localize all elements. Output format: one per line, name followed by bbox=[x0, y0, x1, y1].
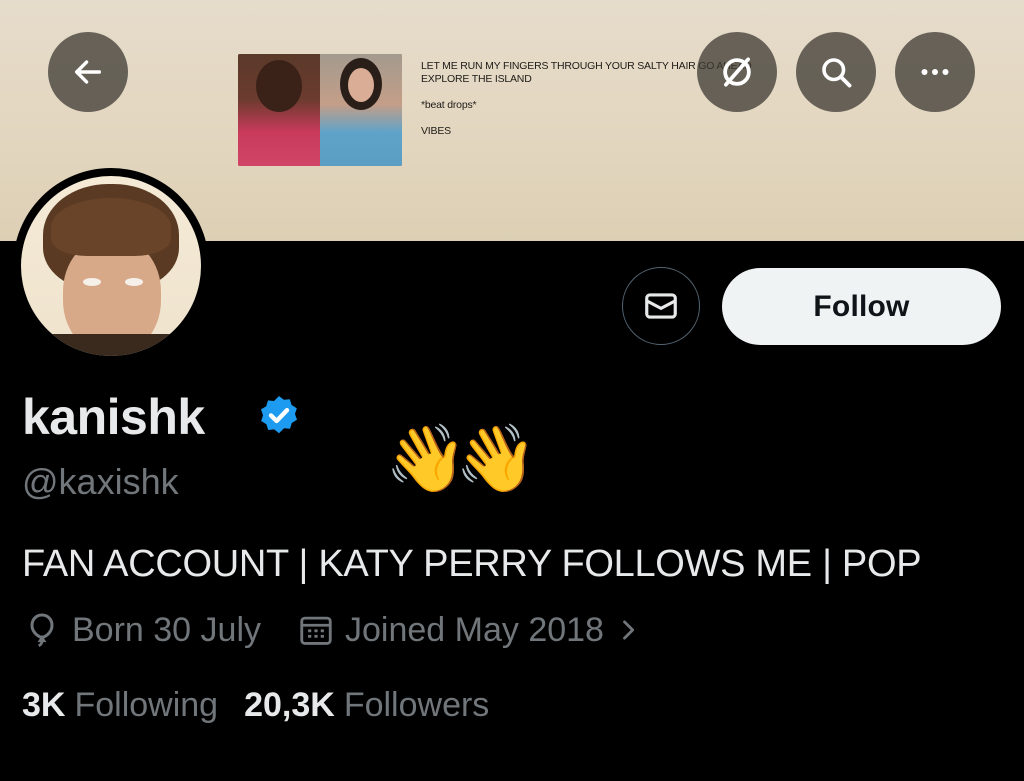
follow-button[interactable]: Follow bbox=[722, 268, 1001, 345]
avatar[interactable] bbox=[13, 168, 209, 364]
profile-meta: Born 30 July Joined May 2018 bbox=[22, 610, 642, 650]
more-horizontal-icon bbox=[921, 69, 949, 75]
balloon-icon bbox=[30, 613, 54, 648]
followers-label: Followers bbox=[343, 686, 490, 724]
arrow-left-icon bbox=[74, 60, 102, 84]
birthday-text: Born 30 July bbox=[72, 610, 261, 649]
no-translate-icon bbox=[723, 57, 751, 87]
birthday: Born 30 July bbox=[22, 610, 261, 650]
following-label: Following bbox=[74, 686, 219, 724]
message-button[interactable] bbox=[622, 267, 700, 345]
handle: @kaxishk bbox=[22, 461, 179, 502]
display-name: kanishk bbox=[22, 389, 205, 445]
verified-badge-icon bbox=[255, 393, 303, 446]
back-button[interactable] bbox=[48, 32, 128, 112]
joined-date[interactable]: Joined May 2018 bbox=[297, 611, 642, 650]
followers-stat[interactable]: 20,3K Followers bbox=[244, 686, 489, 725]
following-count: 3K bbox=[22, 686, 66, 724]
joined-text: Joined May 2018 bbox=[345, 610, 604, 649]
chevron-right-icon bbox=[623, 620, 635, 640]
waving-hands-emoji: 👋👋 bbox=[385, 421, 537, 495]
more-button[interactable] bbox=[895, 32, 975, 112]
translate-button[interactable] bbox=[697, 32, 777, 112]
avatar-image bbox=[21, 176, 201, 356]
banner-caption-line4: VIBES bbox=[421, 125, 451, 137]
calendar-icon bbox=[300, 616, 332, 645]
followers-count: 20,3K bbox=[244, 686, 335, 724]
envelope-icon bbox=[645, 293, 677, 319]
search-icon bbox=[822, 58, 852, 88]
following-stat[interactable]: 3K Following bbox=[22, 686, 218, 725]
search-button[interactable] bbox=[796, 32, 876, 112]
bio: FAN ACCOUNT | KATY PERRY FOLLOWS ME | PO… bbox=[22, 543, 922, 585]
banner-photo bbox=[238, 54, 402, 166]
follow-stats: 3K Following 20,3K Followers bbox=[22, 686, 489, 725]
